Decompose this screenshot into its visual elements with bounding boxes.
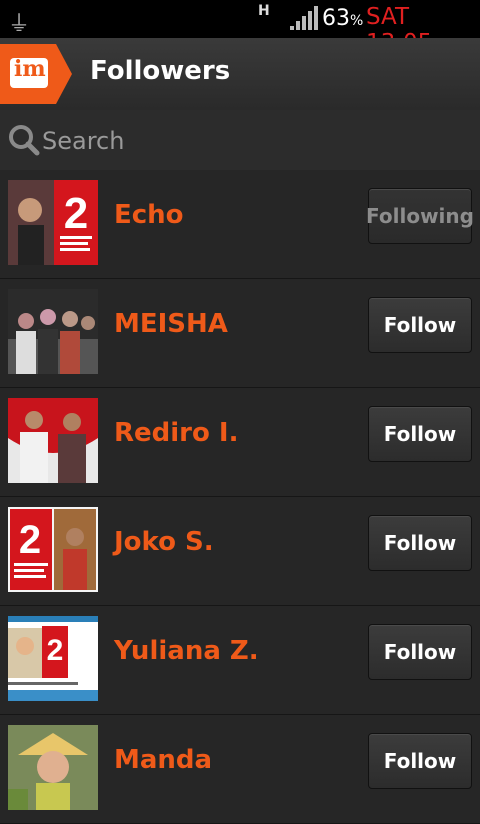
avatar[interactable]: 2 (8, 616, 98, 701)
follow-button[interactable]: Follow (368, 406, 472, 462)
following-button[interactable]: Following (366, 188, 474, 244)
list-item[interactable]: Rediro I. Follow (0, 388, 480, 497)
avatar[interactable] (8, 398, 98, 483)
page-title: Followers (90, 56, 231, 86)
avatar[interactable] (8, 289, 98, 374)
search-bar (0, 110, 480, 171)
follow-button[interactable]: Follow (368, 733, 472, 789)
status-bar: ⏚ H 63% SAT 13:05 (0, 0, 480, 56)
avatar[interactable]: 2 (8, 507, 98, 592)
follow-button[interactable]: Follow (368, 297, 472, 353)
list-item[interactable]: Manda Follow (0, 715, 480, 824)
network-type-indicator: H (258, 3, 270, 19)
battery-percent: 63 (322, 6, 350, 31)
follower-name[interactable]: Echo (114, 200, 184, 230)
list-item[interactable]: 2 Yuliana Z. Follow (0, 606, 480, 715)
follower-name[interactable]: Yuliana Z. (114, 636, 259, 666)
follower-name[interactable]: Manda (114, 745, 212, 775)
follower-name[interactable]: MEISHA (114, 309, 228, 339)
action-bar: im Followers (0, 38, 480, 111)
followers-list: 2 Echo Following MEISHA Follow Rediro I.… (0, 170, 480, 824)
battery-unit: % (350, 13, 364, 29)
follower-name[interactable]: Joko S. (114, 527, 214, 557)
usb-icon: ⏚ (8, 12, 31, 37)
follow-button[interactable]: Follow (368, 515, 472, 571)
logo-text: im (14, 56, 46, 82)
signal-strength-icon (290, 6, 318, 30)
avatar[interactable] (8, 725, 98, 810)
search-icon (9, 125, 40, 156)
svg-text:2: 2 (47, 634, 64, 667)
svg-text:2: 2 (19, 518, 41, 562)
search-input[interactable] (40, 122, 464, 160)
list-item[interactable]: 2 Echo Following (0, 170, 480, 279)
follower-name[interactable]: Rediro I. (114, 418, 238, 448)
list-item[interactable]: 2 Joko S. Follow (0, 497, 480, 606)
battery-level: 63% (322, 6, 363, 31)
svg-text:2: 2 (64, 189, 88, 238)
avatar[interactable]: 2 (8, 180, 98, 265)
follow-button[interactable]: Follow (368, 624, 472, 680)
list-item[interactable]: MEISHA Follow (0, 279, 480, 388)
